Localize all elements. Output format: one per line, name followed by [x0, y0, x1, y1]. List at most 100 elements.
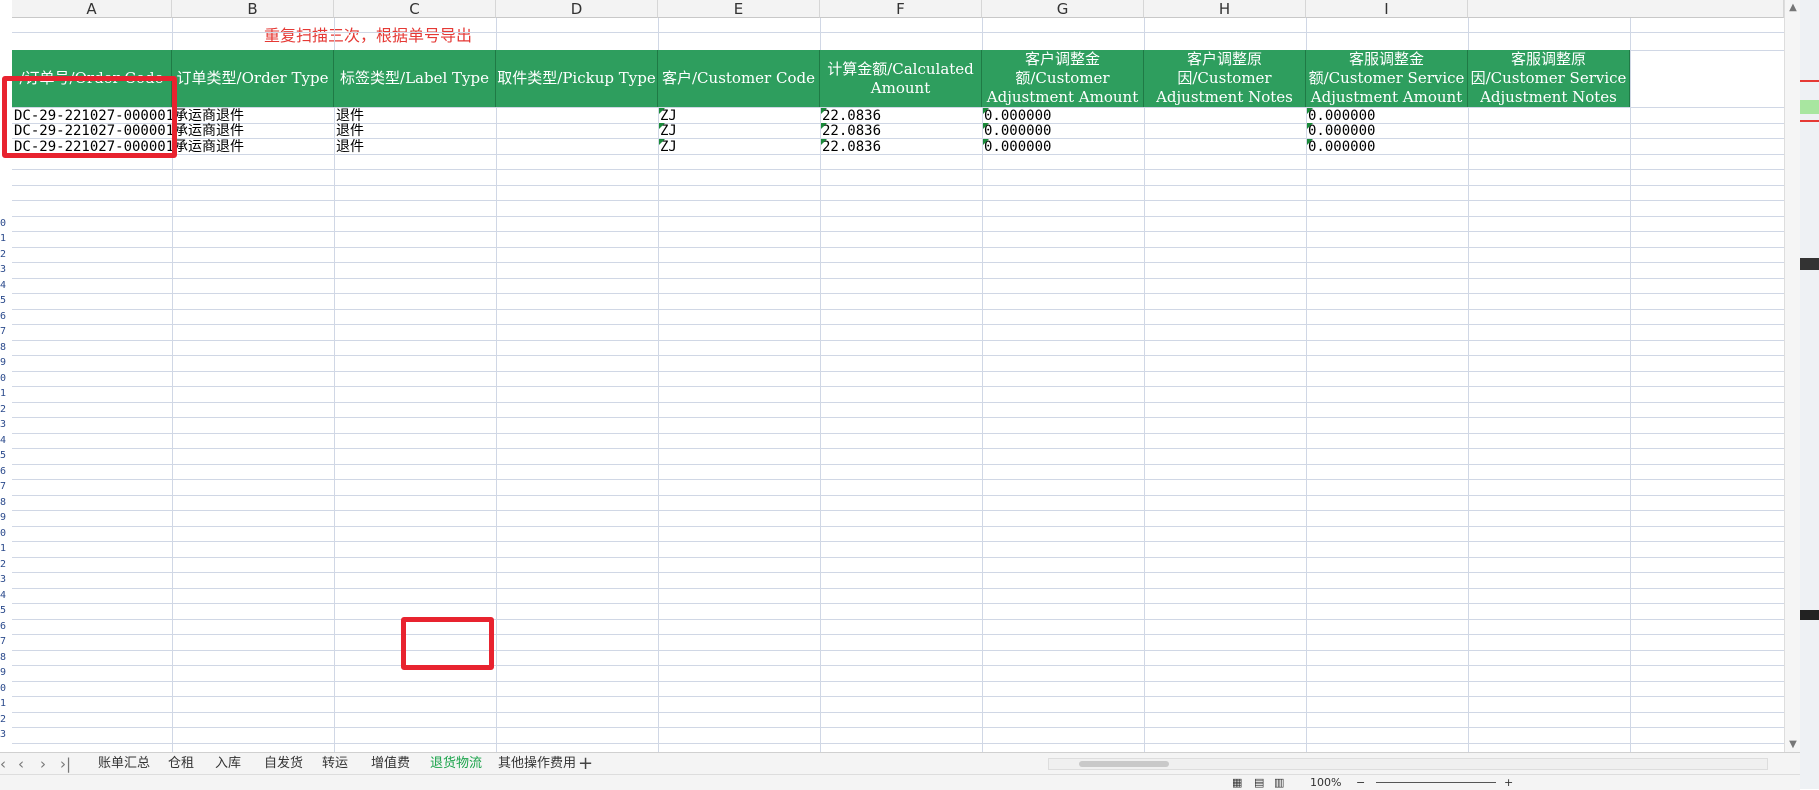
- grid-row-line: [12, 216, 1784, 217]
- header-cell-7[interactable]: 客户调整金额/Customer Adjustment Amount: [982, 50, 1144, 107]
- row-number[interactable]: 36: [0, 621, 6, 633]
- spreadsheet-grid[interactable]: 重复扫描三次，根据单号导出 /订单号/Order Code订单类型/Order …: [12, 18, 1784, 752]
- row-number[interactable]: 32: [0, 559, 6, 571]
- grid-row-line: [12, 526, 1784, 527]
- row-number[interactable]: 21: [0, 388, 6, 400]
- page-break-icon[interactable]: ▥: [1274, 775, 1284, 790]
- cell-r3-c5[interactable]: ZJ: [658, 138, 822, 156]
- scroll-down-icon[interactable]: ▼: [1785, 739, 1801, 750]
- zoom-slider[interactable]: [1376, 782, 1496, 783]
- first-sheet-icon[interactable]: ‹: [0, 755, 6, 773]
- row-number[interactable]: 25: [0, 450, 6, 462]
- cell-r3-c8[interactable]: [1144, 138, 1308, 156]
- grid-row-line: [12, 386, 1784, 387]
- header-cell-1[interactable]: /订单号/Order Code: [12, 50, 172, 107]
- column-letter-j[interactable]: [1468, 0, 1784, 18]
- row-number[interactable]: 19: [0, 357, 6, 369]
- cell-r3-c2[interactable]: 承运商退件: [172, 138, 336, 156]
- row-number[interactable]: 43: [0, 729, 6, 741]
- sheet-tab-2[interactable]: 仓租: [168, 755, 194, 773]
- prev-sheet-icon[interactable]: ‹: [18, 755, 24, 773]
- grid-row-line: [12, 247, 1784, 248]
- header-cell-2[interactable]: 订单类型/Order Type: [172, 50, 334, 107]
- column-letter-e[interactable]: E: [658, 0, 820, 18]
- header-cell-6[interactable]: 计算金额/Calculated Amount: [820, 50, 982, 107]
- row-number[interactable]: 35: [0, 605, 6, 617]
- row-number[interactable]: 34: [0, 590, 6, 602]
- cell-r3-c9[interactable]: 0.000000: [1306, 138, 1470, 156]
- row-number[interactable]: 31: [0, 543, 6, 555]
- sheet-tab-8[interactable]: 其他操作费用: [498, 755, 576, 773]
- row-number[interactable]: 14: [0, 280, 6, 292]
- header-cell-5[interactable]: 客户/Customer Code: [658, 50, 820, 107]
- zoom-in-button[interactable]: +: [1504, 775, 1513, 790]
- column-letter-c[interactable]: C: [334, 0, 496, 18]
- row-number[interactable]: 30: [0, 528, 6, 540]
- cell-r3-c10[interactable]: [1468, 138, 1632, 156]
- page-layout-icon[interactable]: ▤: [1254, 775, 1264, 790]
- row-number[interactable]: 15: [0, 295, 6, 307]
- row-number[interactable]: 23: [0, 419, 6, 431]
- sheet-tab-7[interactable]: 退货物流: [430, 755, 482, 773]
- grid-row-line: [12, 495, 1784, 496]
- column-letter-h[interactable]: H: [1144, 0, 1306, 18]
- row-number[interactable]: 38: [0, 652, 6, 664]
- grid-row-line: [12, 603, 1784, 604]
- grid-row-line: [12, 231, 1784, 232]
- row-number[interactable]: 28: [0, 497, 6, 509]
- row-number[interactable]: 40: [0, 683, 6, 695]
- column-letter-f[interactable]: F: [820, 0, 982, 18]
- cell-r3-c7[interactable]: 0.000000: [982, 138, 1146, 156]
- column-letter-i[interactable]: I: [1306, 0, 1468, 18]
- row-number[interactable]: 10: [0, 218, 6, 230]
- horizontal-scrollbar[interactable]: [1048, 758, 1768, 770]
- row-number[interactable]: 41: [0, 698, 6, 710]
- scroll-up-icon[interactable]: ▲: [1785, 2, 1801, 13]
- zoom-out-button[interactable]: −: [1356, 775, 1365, 790]
- sheet-note: 重复扫描三次，根据单号导出: [264, 22, 472, 46]
- row-number[interactable]: 11: [0, 233, 6, 245]
- column-letter-a[interactable]: A: [12, 0, 172, 18]
- sheet-tab-3[interactable]: 入库: [215, 755, 241, 773]
- row-number[interactable]: 42: [0, 714, 6, 726]
- row-number[interactable]: 16: [0, 311, 6, 323]
- row-number[interactable]: 39: [0, 667, 6, 679]
- row-number[interactable]: 13: [0, 264, 6, 276]
- vertical-scrollbar[interactable]: ▲ ▼: [1784, 0, 1801, 752]
- header-cell-8[interactable]: 客户调整原因/Customer Adjustment Notes: [1144, 50, 1306, 107]
- sheet-tab-5[interactable]: 转运: [322, 755, 348, 773]
- sheet-tab-1[interactable]: 账单汇总: [98, 755, 150, 773]
- column-letter-d[interactable]: D: [496, 0, 658, 18]
- row-number[interactable]: 27: [0, 481, 6, 493]
- row-number[interactable]: 22: [0, 404, 6, 416]
- row-number[interactable]: 20: [0, 373, 6, 385]
- row-number[interactable]: 26: [0, 466, 6, 478]
- sheet-tab-6[interactable]: 增值费: [371, 755, 410, 773]
- row-number[interactable]: 12: [0, 249, 6, 261]
- sheet-tab-4[interactable]: 自发货: [264, 755, 303, 773]
- cell-r3-c1[interactable]: DC-29-221027-00000197: [12, 138, 174, 156]
- row-number[interactable]: 18: [0, 342, 6, 354]
- add-sheet-button[interactable]: +: [578, 753, 593, 775]
- zoom-level[interactable]: 100%: [1310, 775, 1341, 790]
- row-number[interactable]: 24: [0, 435, 6, 447]
- header-cell-10[interactable]: 客服调整原因/Customer Service Adjustment Notes: [1468, 50, 1630, 107]
- cell-r3-c4[interactable]: [496, 138, 660, 156]
- next-sheet-icon[interactable]: ›: [40, 755, 46, 773]
- row-number[interactable]: 29: [0, 512, 6, 524]
- column-letter-b[interactable]: B: [172, 0, 334, 18]
- cell-r3-c6[interactable]: 22.0836: [820, 138, 984, 156]
- header-cell-4[interactable]: 取件类型/Pickup Type: [496, 50, 658, 107]
- row-number[interactable]: 17: [0, 326, 6, 338]
- grid-row-line: [12, 712, 1784, 713]
- normal-view-icon[interactable]: ▦: [1232, 775, 1242, 790]
- row-number[interactable]: 37: [0, 636, 6, 648]
- header-cell-9[interactable]: 客服调整金额/Customer Service Adjustment Amoun…: [1306, 50, 1468, 107]
- row-number[interactable]: 33: [0, 574, 6, 586]
- last-sheet-icon[interactable]: ›|: [60, 755, 71, 773]
- horizontal-scroll-thumb[interactable]: [1079, 761, 1169, 767]
- column-letter-g[interactable]: G: [982, 0, 1144, 18]
- header-cell-3[interactable]: 标签类型/Label Type: [334, 50, 496, 107]
- grid-row-line: [12, 417, 1784, 418]
- cell-r3-c3[interactable]: 退件: [334, 138, 498, 156]
